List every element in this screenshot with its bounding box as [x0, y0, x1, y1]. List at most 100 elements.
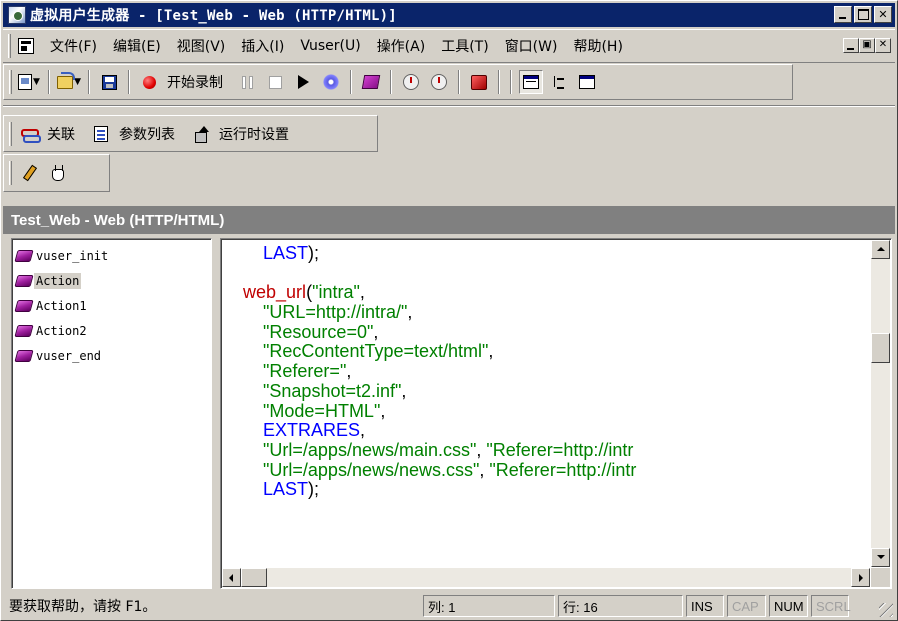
menu-tools[interactable]: 工具(T): [433, 36, 496, 56]
code-token: "RecContentType=text/html": [263, 341, 489, 362]
parameter-list-button[interactable]: [89, 122, 113, 146]
correlation-button[interactable]: [17, 122, 41, 146]
code-token: );: [308, 479, 320, 500]
toolbar-separator: [510, 70, 512, 94]
code-token: "intra": [312, 282, 360, 303]
horizontal-scrollbar[interactable]: [222, 568, 870, 587]
script-view-button[interactable]: [519, 70, 543, 94]
menu-view[interactable]: 视图(V): [169, 36, 234, 56]
tree-item-vuser-init[interactable]: vuser_init: [14, 243, 211, 268]
close-button[interactable]: ✕: [874, 6, 892, 23]
runtime-settings-button[interactable]: [189, 122, 213, 146]
document-title: Test_Web - Web (HTTP/HTML): [11, 211, 225, 229]
edit-pencil-button[interactable]: [17, 161, 41, 185]
vugen-app-icon[interactable]: [8, 6, 26, 24]
toolbar-grip[interactable]: [9, 70, 12, 94]
action-cube-icon: [14, 274, 34, 287]
code-line[interactable]: "Snapshot=t2.inf",: [223, 380, 866, 402]
open-button[interactable]: ▼: [57, 70, 81, 94]
pane-splitter[interactable]: [212, 238, 220, 589]
code-token: "Referer=http://intr: [489, 459, 637, 480]
scrollbar-corner: [871, 568, 890, 587]
transaction-start-button[interactable]: [399, 70, 423, 94]
menu-window[interactable]: 窗口(W): [497, 36, 566, 56]
status-scrl: SCRL: [811, 595, 851, 617]
run-button[interactable]: [291, 70, 315, 94]
create-action-button[interactable]: [359, 70, 383, 94]
start-recording-label[interactable]: 开始录制: [167, 72, 223, 92]
code-line[interactable]: "URL=http://intra/",: [223, 302, 866, 323]
code-token: LAST: [263, 243, 309, 263]
code-line[interactable]: [223, 264, 866, 284]
code-line[interactable]: "Url=/apps/news/main.css", "Referer=http…: [223, 439, 866, 461]
menu-insert[interactable]: 插入(I): [233, 36, 292, 56]
app-window: 虚拟用户生成器 - [Test_Web - Web (HTTP/HTML)] ✕…: [0, 0, 898, 621]
mdi-restore-button[interactable]: ▣: [859, 38, 875, 53]
code-line[interactable]: "RecContentType=text/html",: [223, 342, 866, 362]
menu-edit[interactable]: 编辑(E): [105, 36, 169, 56]
horizontal-scroll-thumb[interactable]: [241, 568, 267, 587]
dropdown-arrow-icon: ▼: [74, 77, 81, 87]
resize-grip[interactable]: [879, 603, 893, 617]
stop-icon: [268, 75, 282, 89]
code-token: "Referer=http://intr: [486, 439, 634, 460]
save-button[interactable]: [97, 70, 121, 94]
vertical-scrollbar[interactable]: [871, 240, 890, 567]
code-line[interactable]: "Resource=0",: [223, 322, 866, 343]
menu-help[interactable]: 帮助(H): [565, 36, 630, 56]
code-area[interactable]: LAST); web_url("intra", "URL=http://intr…: [223, 241, 866, 567]
document-icon[interactable]: [18, 38, 34, 54]
mdi-close-button[interactable]: ✕: [875, 38, 891, 53]
script-editor[interactable]: LAST); web_url("intra", "URL=http://intr…: [220, 238, 892, 589]
menu-grip[interactable]: [8, 34, 11, 58]
tree-item-action1[interactable]: Action1: [14, 293, 211, 318]
toolbar-separator: [498, 70, 500, 94]
code-line[interactable]: web_url("intra",: [223, 283, 866, 303]
title-bar[interactable]: 虚拟用户生成器 - [Test_Web - Web (HTTP/HTML)] ✕: [3, 3, 895, 27]
code-line[interactable]: "Mode=HTML",: [223, 401, 866, 422]
vertical-scroll-thumb[interactable]: [871, 333, 890, 363]
runtime-settings-icon: [193, 125, 209, 143]
code-token: "Snapshot=t2.inf": [263, 380, 402, 401]
maximize-button[interactable]: [854, 6, 872, 23]
menu-actions[interactable]: 操作(A): [369, 36, 434, 56]
scroll-left-button[interactable]: [222, 568, 241, 587]
scroll-down-button[interactable]: [871, 548, 890, 567]
code-token: ,: [346, 361, 352, 382]
tree-item-action[interactable]: Action: [14, 268, 211, 293]
new-button[interactable]: ▼: [17, 70, 41, 94]
code-token: ,: [359, 282, 365, 303]
toolbar-grip[interactable]: [9, 121, 12, 146]
tree-view-button[interactable]: [547, 70, 571, 94]
correlation-label[interactable]: 关联: [47, 124, 75, 144]
action-cube-icon: [14, 349, 34, 362]
output-window-button[interactable]: [575, 70, 599, 94]
code-token: ,: [407, 302, 413, 323]
toolbar-grip[interactable]: [9, 161, 12, 185]
compile-button[interactable]: [319, 70, 343, 94]
parameter-list-label[interactable]: 参数列表: [119, 124, 175, 144]
status-message: 要获取帮助，请按 F1。: [9, 599, 157, 615]
start-recording-button[interactable]: [137, 70, 161, 94]
mdi-minimize-button[interactable]: [843, 38, 859, 53]
code-line[interactable]: EXTRARES,: [223, 420, 866, 441]
standard-toolbar: ▼ ▼ 开始录制: [3, 64, 793, 100]
code-line[interactable]: "Url=/apps/news/news.css", "Referer=http…: [223, 459, 866, 481]
tree-item-vuser-end[interactable]: vuser_end: [14, 343, 211, 368]
tree-item-action2[interactable]: Action2: [14, 318, 211, 343]
code-line[interactable]: LAST);: [223, 243, 866, 264]
minimize-button[interactable]: [834, 6, 852, 23]
menu-vuser[interactable]: Vuser(U): [292, 38, 368, 54]
code-line[interactable]: LAST);: [223, 479, 866, 500]
menu-file[interactable]: 文件(F): [42, 36, 105, 56]
hand-tool-button[interactable]: [45, 161, 69, 185]
runtime-settings-label[interactable]: 运行时设置: [219, 124, 289, 144]
code-line[interactable]: "Referer=",: [223, 361, 866, 382]
scroll-right-button[interactable]: [851, 568, 870, 587]
scripting-toolbar: 关联 参数列表 运行时设置: [3, 115, 378, 152]
rendezvous-button[interactable]: [467, 70, 491, 94]
transaction-end-button[interactable]: [427, 70, 451, 94]
scroll-up-button[interactable]: [871, 240, 890, 259]
